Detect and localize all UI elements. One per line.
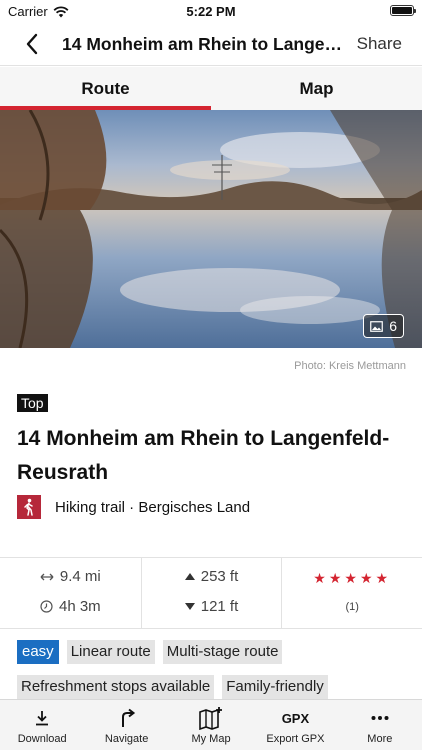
clock-icon <box>40 600 53 613</box>
stats-distance-duration: 9.4 mi 4h 3m <box>0 558 141 628</box>
status-time: 5:22 PM <box>186 4 236 19</box>
photo-count-badge[interactable]: 6 <box>363 314 404 338</box>
download-button[interactable]: Download <box>0 700 84 750</box>
chevron-left-icon <box>26 33 38 55</box>
export-gpx-button[interactable]: GPX Export GPX <box>253 700 337 750</box>
share-button[interactable]: Share <box>357 34 402 54</box>
route-category: Hiking trail · Bergisches Land <box>17 495 250 519</box>
navigate-label: Navigate <box>104 733 149 745</box>
tag-difficulty: easy <box>17 640 59 664</box>
download-icon <box>36 711 49 726</box>
tab-map[interactable]: Map <box>211 67 422 110</box>
image-icon <box>370 320 384 332</box>
category-label: Hiking trail · Bergisches Land <box>55 498 251 516</box>
tab-route[interactable]: Route <box>0 67 211 110</box>
route-tags: easy Linear route Multi-stage route Refr… <box>17 640 412 699</box>
distance-icon <box>40 573 54 580</box>
top-badge: Top <box>17 394 48 412</box>
stats-elevation: 253 ft 121 ft <box>140 558 282 628</box>
back-button[interactable] <box>18 30 46 58</box>
ascent-value: 253 ft <box>200 568 239 585</box>
duration-value: 4h 3m <box>58 598 101 615</box>
ascent-icon <box>184 573 195 580</box>
more-icon <box>371 716 389 720</box>
hiking-icon <box>17 495 41 519</box>
my-map-label: My Map <box>191 733 231 745</box>
stats-rating[interactable]: ★★★★★ (1) <box>281 558 422 628</box>
download-label: Download <box>17 733 67 745</box>
hero-image[interactable]: 6 <box>0 110 422 348</box>
route-title: 14 Monheim am Rhein to Langenfeld-Reusra… <box>17 427 390 484</box>
my-map-button[interactable]: My Map <box>169 700 253 750</box>
photo-count: 6 <box>389 318 397 334</box>
tag-item: Linear route <box>66 640 155 664</box>
tag-item: Multi-stage route <box>162 640 283 664</box>
status-bar: Carrier 5:22 PM <box>0 0 422 22</box>
rating-count: (1) <box>345 601 359 613</box>
navigation-bar: 14 Monheim am Rhein to Langenfeld-Reusra… <box>0 22 422 66</box>
more-label: More <box>367 733 393 745</box>
bottom-toolbar: Download Navigate My Map GPX Export GPX <box>0 699 422 750</box>
photo-credit: Photo: Kreis Mettmann <box>294 360 406 372</box>
navigate-button[interactable]: Navigate <box>84 700 168 750</box>
export-gpx-label: Export GPX <box>266 733 325 745</box>
battery-icon <box>390 5 416 16</box>
lake-photo <box>0 110 422 348</box>
distance-value: 9.4 mi <box>59 568 101 585</box>
route-stats: 9.4 mi 4h 3m 253 ft 121 ft ★★★★★ (1) <box>0 557 422 629</box>
tag-item: Refreshment stops available <box>17 675 215 699</box>
navigate-icon <box>121 708 135 727</box>
tag-item: Family-friendly <box>222 675 328 699</box>
tab-bar: Route Map <box>0 67 422 110</box>
gpx-icon: GPX <box>281 710 310 726</box>
nav-title: 14 Monheim am Rhein to Langenfeld-Reusra… <box>62 34 348 54</box>
my-map-icon <box>199 707 223 730</box>
descent-value: 121 ft <box>200 598 239 615</box>
star-rating: ★★★★★ <box>313 570 392 586</box>
more-button[interactable]: More <box>338 700 422 750</box>
descent-icon <box>184 603 195 610</box>
